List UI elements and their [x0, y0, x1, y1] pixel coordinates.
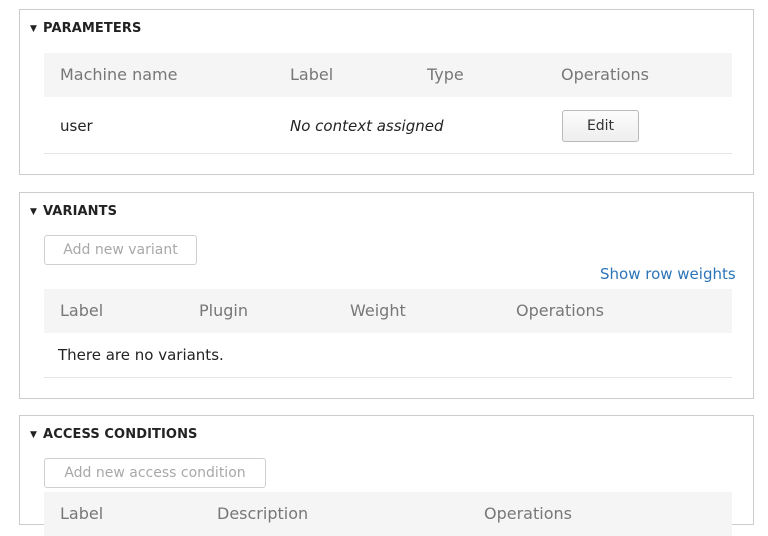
column-description: Description — [217, 504, 309, 523]
access-conditions-summary[interactable]: ▼ ACCESS CONDITIONS — [30, 427, 198, 442]
access-conditions-panel: ▼ ACCESS CONDITIONS Add new access condit… — [19, 415, 754, 536]
variants-table-header: Label Plugin Weight Operations — [44, 289, 732, 333]
column-machine-name: Machine name — [60, 65, 178, 84]
column-type: Type — [427, 65, 464, 84]
column-weight: Weight — [350, 301, 406, 320]
triangle-down-icon: ▼ — [30, 207, 38, 217]
column-label: Label — [60, 301, 104, 320]
machine-name-cell: user — [60, 117, 93, 135]
parameters-title: PARAMETERS — [43, 21, 142, 36]
show-row-weights-link[interactable]: Show row weights — [600, 265, 736, 283]
table-row: user No context assigned Edit — [44, 97, 732, 154]
empty-message: There are no variants. — [58, 346, 224, 364]
parameters-panel: ▼ PARAMETERS Machine name Label Type Oper… — [19, 9, 754, 175]
triangle-down-icon: ▼ — [30, 430, 38, 440]
variants-summary[interactable]: ▼ VARIANTS — [30, 204, 117, 219]
column-operations: Operations — [516, 301, 604, 320]
column-label: Label — [60, 504, 104, 523]
variants-title: VARIANTS — [43, 204, 118, 219]
empty-row: There are no variants. — [44, 333, 732, 378]
column-operations: Operations — [484, 504, 572, 523]
column-operations: Operations — [561, 65, 649, 84]
add-new-variant-button[interactable]: Add new variant — [44, 235, 197, 265]
add-new-access-condition-button[interactable]: Add new access condition — [44, 458, 266, 488]
edit-button[interactable]: Edit — [562, 110, 639, 142]
triangle-down-icon: ▼ — [30, 24, 38, 34]
label-cell: No context assigned — [290, 117, 444, 135]
access-conditions-table-header: Label Description Operations — [44, 492, 732, 536]
parameters-summary[interactable]: ▼ PARAMETERS — [30, 21, 141, 36]
variants-panel: ▼ VARIANTS Add new variant Show row weigh… — [19, 192, 754, 399]
column-plugin: Plugin — [199, 301, 248, 320]
parameters-table-header: Machine name Label Type Operations — [44, 53, 732, 97]
access-conditions-title: ACCESS CONDITIONS — [43, 427, 198, 442]
column-label: Label — [290, 65, 334, 84]
